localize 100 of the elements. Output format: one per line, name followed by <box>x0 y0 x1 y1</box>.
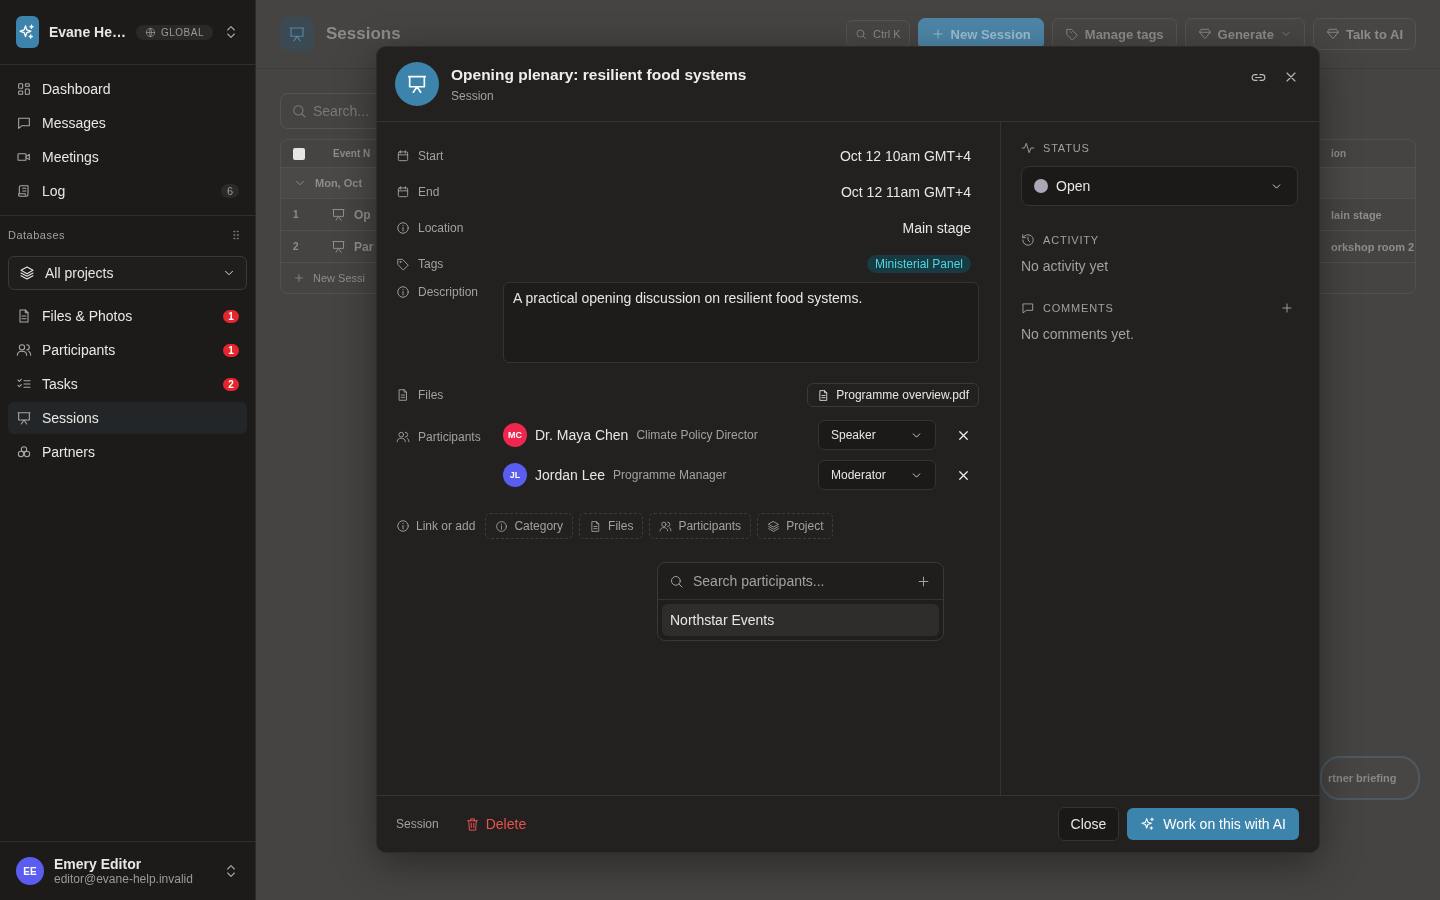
comment-icon <box>1021 301 1035 315</box>
section-label: ACTIVITY <box>1043 234 1099 246</box>
modal-subtitle: Session <box>451 88 495 103</box>
plus-icon <box>930 27 945 41</box>
column-header: Event N <box>333 148 371 159</box>
presentation-icon <box>331 239 346 254</box>
presentation-icon <box>406 73 428 95</box>
status-select[interactable]: Open <box>1021 166 1298 206</box>
link-option[interactable]: Project <box>757 513 834 539</box>
user-name: Emery Editor <box>54 856 143 872</box>
document-icon <box>16 308 32 324</box>
close-button[interactable]: Close <box>1057 807 1120 841</box>
table-cell: Par <box>354 239 374 254</box>
field-label: Description <box>418 285 479 299</box>
nav-item[interactable]: Log 6 <box>8 175 247 207</box>
search-icon <box>291 103 307 119</box>
people-icon <box>396 430 410 444</box>
modal-title: Opening plenary: resilient food systems <box>451 65 747 84</box>
table-cell: orkshop room 2 <box>1331 240 1415 253</box>
info-icon <box>495 519 509 533</box>
search-icon <box>669 573 684 589</box>
layers-icon <box>767 519 781 533</box>
workspace-logo[interactable] <box>16 16 39 48</box>
participant-avatar: JL <box>503 463 527 487</box>
tag-icon <box>1064 27 1079 41</box>
diamond-icon <box>1197 27 1212 41</box>
field-label: Participants <box>418 430 481 444</box>
role-select[interactable]: Moderator <box>818 460 936 490</box>
history-icon <box>1021 233 1035 247</box>
participant-name: Dr. Maya Chen <box>535 427 629 443</box>
empty-message: No activity yet <box>1021 258 1110 274</box>
presentation-icon <box>16 410 32 426</box>
pulse-icon <box>1021 141 1035 155</box>
section-label: Databases <box>8 229 66 241</box>
nav-item[interactable]: Dashboard <box>8 73 247 105</box>
info-icon <box>396 519 410 533</box>
table-cell-text: lain stage <box>1331 208 1383 221</box>
table-cell: Op <box>354 207 371 222</box>
globe-icon <box>144 26 156 38</box>
sidebar-item[interactable]: Files & Photos 1 <box>8 300 247 332</box>
nav-item[interactable]: Meetings <box>8 141 247 173</box>
notification-badge: 2 <box>223 377 239 391</box>
scroll-icon <box>16 183 32 199</box>
tag-chip[interactable]: Ministerial Panel <box>866 255 971 273</box>
section-label: COMMENTS <box>1043 302 1114 314</box>
layers-icon <box>19 265 35 281</box>
message-icon <box>16 115 32 131</box>
description-field[interactable]: A practical opening discussion on resilient food systems. <box>503 282 979 363</box>
field-label: Tags <box>418 257 444 271</box>
notification-badge: 1 <box>223 343 239 357</box>
participant-role: Programme Manager <box>613 468 727 482</box>
project-select[interactable]: All projects <box>8 256 247 290</box>
search-icon <box>855 28 868 40</box>
file-chip[interactable]: Programme overview.pdf <box>807 383 979 407</box>
tag-icon <box>396 257 410 271</box>
notification-badge: 1 <box>223 309 239 323</box>
ai-button[interactable]: Work on this with AI <box>1127 808 1299 840</box>
picker-option[interactable]: Northstar Events <box>662 604 939 636</box>
delete-button[interactable]: Delete <box>464 816 527 832</box>
participant-role: Climate Policy Director <box>636 428 758 442</box>
page-title: Sessions <box>326 24 401 44</box>
field-label: Location <box>418 221 464 235</box>
field-value[interactable]: Main stage <box>902 220 979 236</box>
role-select[interactable]: Speaker <box>818 420 936 450</box>
field-value[interactable]: Oct 12 10am GMT+4 <box>839 148 979 164</box>
sidebar-item[interactable]: Participants 1 <box>8 334 247 366</box>
group-label: Mon, Oct <box>315 177 363 189</box>
circles-icon <box>16 444 32 460</box>
presentation-icon <box>288 25 306 43</box>
plus-icon <box>293 272 305 284</box>
column-header: ion <box>1331 148 1347 159</box>
field-label: Start <box>418 149 444 163</box>
document-icon <box>396 388 410 402</box>
participant-avatar: MC <box>503 423 527 447</box>
link-option[interactable]: Files <box>579 513 644 539</box>
workspace-name[interactable]: Evane He… <box>48 24 126 40</box>
link-option[interactable]: Category <box>485 513 574 539</box>
search-field[interactable]: Search participants... <box>658 563 943 600</box>
link-option[interactable]: Participants <box>649 513 752 539</box>
calendar-icon <box>396 185 410 199</box>
info-icon <box>396 221 410 235</box>
scope-label: GLOBAL <box>160 26 204 38</box>
info-icon <box>396 285 410 299</box>
people-icon <box>659 519 673 533</box>
row-number: 1 <box>293 209 300 220</box>
plus-icon[interactable] <box>916 573 931 589</box>
nav-item[interactable]: Messages <box>8 107 247 139</box>
sidebar-item[interactable]: Partners <box>8 436 247 468</box>
diamond-icon <box>1325 27 1340 41</box>
sidebar-item[interactable]: Tasks 2 <box>8 368 247 400</box>
user-avatar[interactable]: EE <box>16 857 44 885</box>
row-number: 2 <box>293 241 300 252</box>
field-value[interactable]: Oct 12 11am GMT+4 <box>840 184 979 200</box>
user-email: editor@evane-help.invalid <box>54 872 193 886</box>
people-icon <box>16 342 32 358</box>
checkbox[interactable] <box>293 147 305 160</box>
dashboard-icon <box>16 81 32 97</box>
calendar-icon <box>396 149 410 163</box>
sidebar-item[interactable]: Sessions <box>8 402 247 434</box>
sparkle-icon <box>1140 816 1157 832</box>
